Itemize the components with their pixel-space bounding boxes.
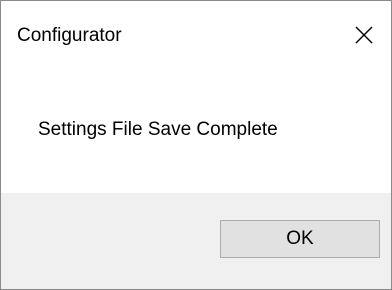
close-button[interactable] — [333, 1, 391, 59]
dialog-content: Settings File Save Complete — [1, 59, 391, 193]
dialog-footer: OK — [1, 193, 391, 289]
message-dialog: Configurator Settings File Save Complete… — [0, 0, 392, 290]
close-icon — [355, 26, 373, 44]
ok-button[interactable]: OK — [220, 220, 380, 258]
window-title: Configurator — [17, 25, 122, 46]
dialog-message: Settings File Save Complete — [38, 119, 278, 140]
title-bar[interactable]: Configurator — [1, 1, 391, 59]
